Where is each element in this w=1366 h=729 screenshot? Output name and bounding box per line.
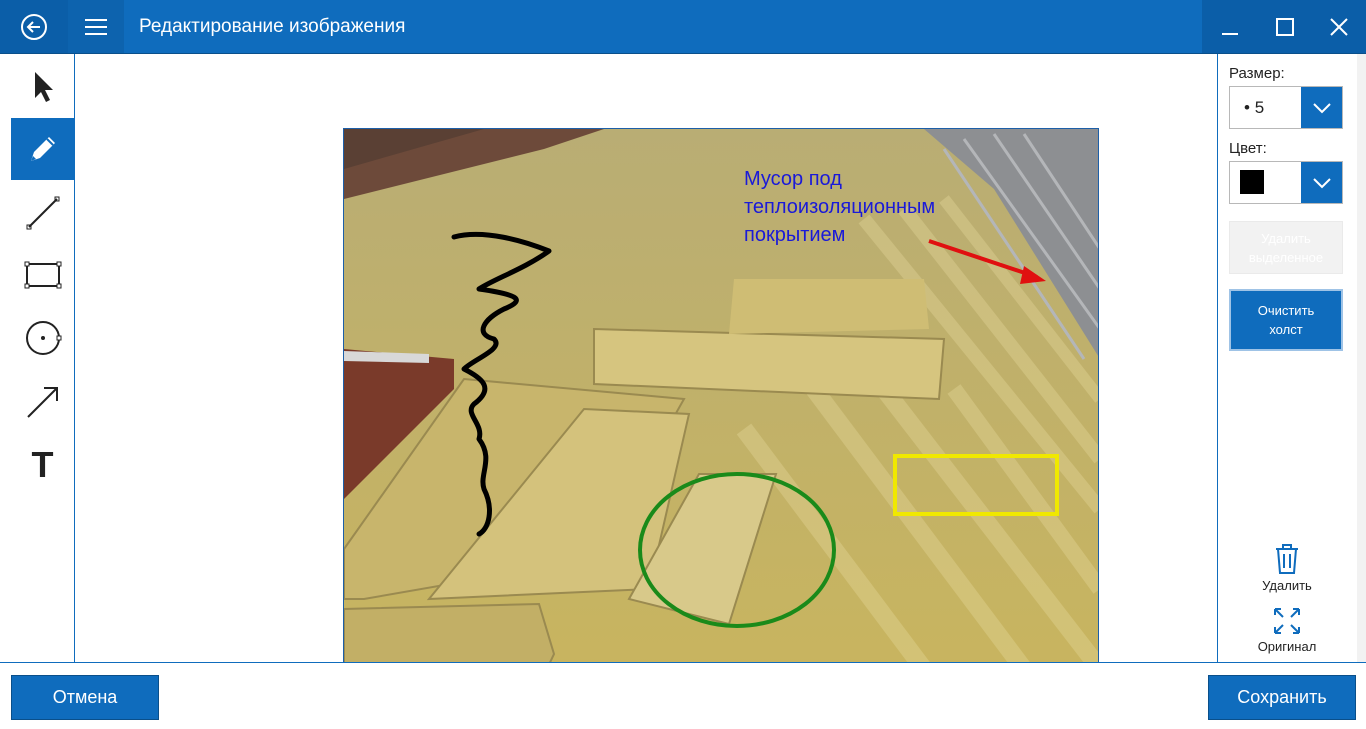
- delete-selected-label-2: выделенное: [1248, 249, 1324, 265]
- clear-canvas-label-1: Очистить: [1257, 303, 1315, 318]
- hamburger-icon: [85, 18, 107, 35]
- expand-icon: [1274, 608, 1300, 634]
- size-value: • 5: [1244, 98, 1265, 117]
- pointer-tool[interactable]: [11, 56, 74, 118]
- line-tool[interactable]: [11, 182, 74, 244]
- delete-selected-button[interactable]: Удалить выделенное: [1229, 221, 1343, 274]
- pen-icon: [30, 137, 55, 161]
- delete-button[interactable]: Удалить: [1244, 543, 1330, 593]
- cancel-button[interactable]: Отмена: [11, 675, 159, 720]
- color-swatch: [1240, 170, 1264, 194]
- delete-label: Удалить: [1262, 578, 1312, 593]
- title-bar: Редактирование изображения: [0, 0, 1366, 54]
- minimize-icon: [1221, 32, 1238, 35]
- chevron-down-icon: [1312, 102, 1331, 113]
- arrow-icon: [26, 387, 58, 418]
- original-button[interactable]: Оригинал: [1244, 606, 1330, 654]
- trash-icon: [1276, 544, 1298, 574]
- photo-canvas[interactable]: Мусор под теплоизоляционным покрытием: [343, 128, 1099, 695]
- maximize-button[interactable]: [1257, 0, 1312, 53]
- original-label: Оригинал: [1257, 639, 1317, 654]
- size-dropdown-button[interactable]: [1301, 87, 1342, 128]
- clear-canvas-button[interactable]: Очистить холст: [1229, 289, 1343, 351]
- size-select[interactable]: • 5: [1229, 86, 1343, 129]
- size-number: 5: [1254, 98, 1265, 117]
- roof-insulation-photo: [344, 129, 1098, 694]
- annotation-line: покрытием: [744, 224, 846, 246]
- text-tool[interactable]: T: [11, 434, 74, 496]
- rectangle-icon: [24, 261, 61, 289]
- clear-canvas-label-2: холст: [1269, 322, 1303, 337]
- close-icon: [1330, 17, 1348, 36]
- back-arrow-icon: [21, 13, 47, 40]
- arrow-tool[interactable]: [11, 371, 74, 433]
- text-icon: T: [31, 444, 54, 485]
- pen-tool[interactable]: [11, 118, 74, 180]
- pointer-icon: [34, 72, 53, 102]
- circle-icon: [25, 321, 61, 355]
- back-button[interactable]: [0, 0, 68, 53]
- delete-selected-label-1: Удалить: [1261, 230, 1311, 246]
- annotation-text: Мусор под теплоизоляционным покрытием: [744, 165, 935, 249]
- window-title: Редактирование изображения: [139, 16, 406, 37]
- save-button[interactable]: Сохранить: [1208, 675, 1356, 720]
- close-button[interactable]: [1312, 0, 1366, 53]
- size-label: Размер:: [1229, 65, 1285, 82]
- color-label: Цвет:: [1229, 140, 1267, 157]
- annotation-line: теплоизоляционным: [744, 196, 936, 218]
- circle-tool[interactable]: [11, 307, 74, 369]
- hamburger-menu-button[interactable]: [68, 0, 124, 53]
- annotation-line: Мусор под: [744, 168, 842, 190]
- canvas-area: Мусор под теплоизоляционным покрытием: [75, 54, 1216, 695]
- bottom-bar: [0, 662, 1366, 729]
- chevron-down-icon: [1312, 177, 1331, 188]
- color-select[interactable]: [1229, 161, 1343, 204]
- color-dropdown-button[interactable]: [1301, 162, 1342, 203]
- maximize-icon: [1275, 17, 1294, 36]
- line-icon: [26, 196, 59, 230]
- minimize-button[interactable]: [1202, 0, 1257, 53]
- tool-bar: T: [0, 54, 75, 662]
- rectangle-tool[interactable]: [11, 244, 74, 306]
- scrollbar[interactable]: [1357, 54, 1366, 662]
